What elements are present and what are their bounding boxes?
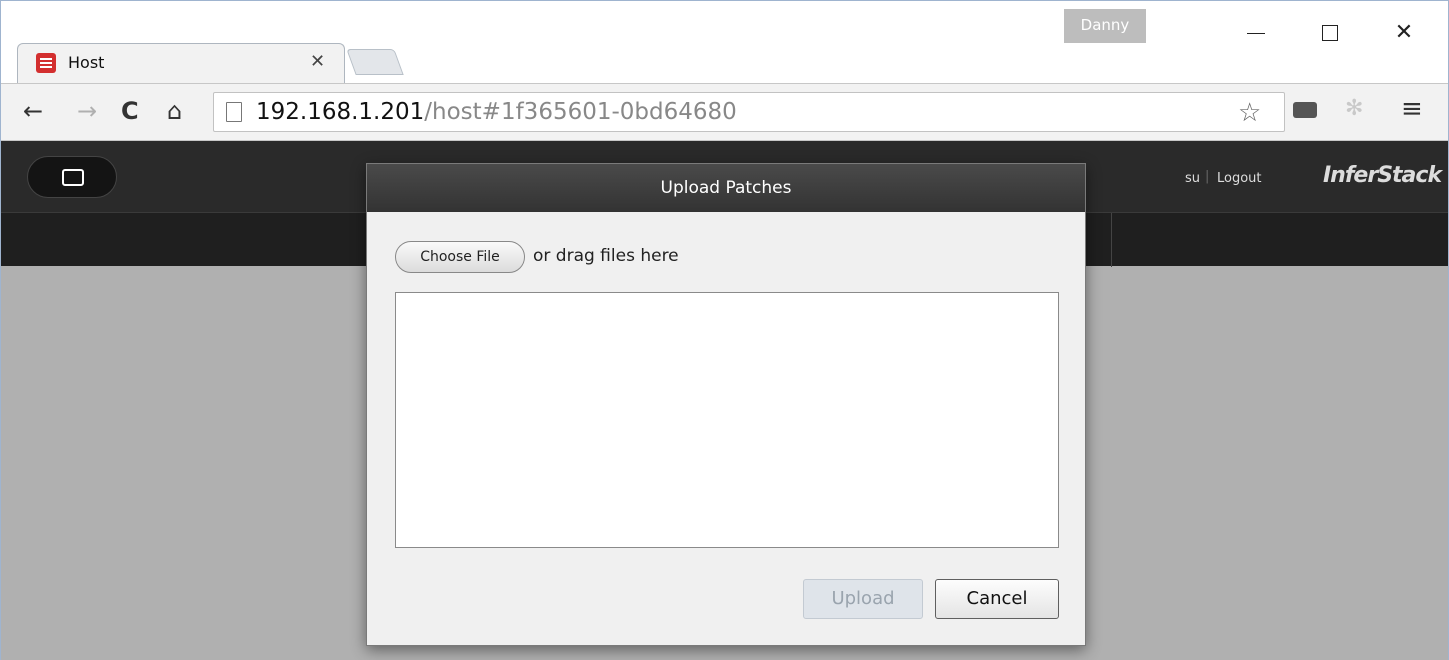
header-separator: | [1205, 169, 1210, 184]
upload-patches-dialog: Upload Patches Choose File or drag files… [366, 163, 1086, 646]
favicon-icon [36, 53, 56, 73]
sidebar-toggle-button[interactable] [27, 156, 117, 198]
cancel-button[interactable]: Cancel [935, 579, 1059, 619]
file-drop-zone[interactable] [395, 292, 1059, 548]
browser-toolbar: ← → C ⌂ 192.168.1.201/host#1f365601-0bd6… [1, 83, 1448, 141]
url-host: 192.168.1.201 [256, 99, 425, 125]
extension-snowflake-icon[interactable]: ✻ [1345, 96, 1363, 121]
minimize-button[interactable] [1233, 13, 1279, 53]
logout-link[interactable]: Logout [1217, 171, 1262, 186]
reload-icon[interactable]: C [121, 97, 139, 125]
home-icon[interactable]: ⌂ [167, 97, 182, 125]
brand-logo: InferStack [1323, 163, 1442, 188]
subnav-divider [1111, 213, 1112, 267]
browser-menu-icon[interactable]: ≡ [1401, 94, 1423, 124]
tab-title: Host [68, 53, 105, 72]
user-link[interactable]: su [1185, 171, 1200, 186]
url-path: /host#1f365601-0bd64680 [424, 99, 737, 125]
page-icon [226, 102, 242, 122]
maximize-button[interactable] [1306, 13, 1352, 53]
dialog-header: Upload Patches [367, 164, 1085, 212]
window-icon [62, 169, 84, 186]
window-close-button[interactable]: ✕ [1381, 13, 1427, 53]
tab-host[interactable]: Host ✕ [17, 43, 345, 83]
profile-badge[interactable]: Danny [1064, 9, 1146, 43]
bookmark-star-icon[interactable]: ☆ [1238, 98, 1261, 128]
drag-hint: or drag files here [533, 246, 679, 266]
upload-button[interactable]: Upload [803, 579, 923, 619]
back-icon[interactable]: ← [23, 97, 43, 125]
new-tab-button[interactable] [346, 49, 404, 75]
extension-camera-icon[interactable] [1293, 102, 1317, 118]
url-text: 192.168.1.201/host#1f365601-0bd64680 [256, 99, 737, 125]
address-bar[interactable]: 192.168.1.201/host#1f365601-0bd64680 ☆ [213, 92, 1285, 132]
tab-close-icon[interactable]: ✕ [310, 51, 325, 72]
choose-file-button[interactable]: Choose File [395, 241, 525, 273]
browser-window: Host ✕ Danny ✕ ← → C ⌂ 192.168.1.201/hos… [0, 0, 1449, 660]
title-bar: Host ✕ Danny ✕ [1, 1, 1448, 83]
forward-icon[interactable]: → [77, 97, 97, 125]
dialog-title: Upload Patches [660, 178, 792, 198]
